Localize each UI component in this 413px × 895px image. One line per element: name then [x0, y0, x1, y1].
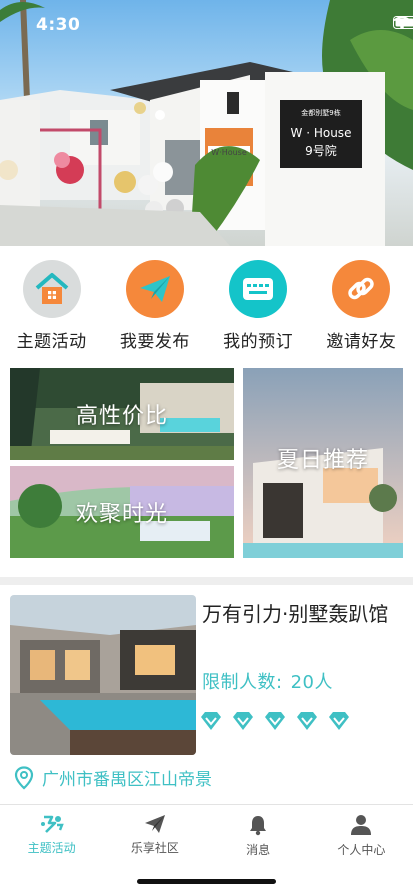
action-label: 邀请好友	[326, 332, 397, 352]
sign-number-text: 9号院	[305, 144, 337, 158]
sign-small-text: 金都别墅9栋	[301, 109, 341, 117]
tab-profile[interactable]: 个人中心	[310, 805, 413, 895]
action-label: 我要发布	[119, 332, 190, 352]
tile-label: 夏日推荐	[276, 448, 369, 473]
person-icon	[351, 815, 372, 835]
tile-label: 高性价比	[75, 404, 168, 429]
location-text: 广州市番禺区江山帝景	[42, 770, 212, 790]
activity-icon	[40, 815, 64, 833]
tab-label: 主题活动	[27, 841, 76, 855]
house-icon	[35, 273, 68, 304]
action-publish[interactable]: 我要发布	[103, 252, 206, 356]
diamond-icon	[265, 712, 285, 730]
action-circle	[125, 260, 184, 318]
event-location[interactable]: 广州市番禺区江山帝景	[14, 765, 212, 790]
action-invite-friends[interactable]: 邀请好友	[310, 252, 413, 356]
event-title[interactable]: 万有引力·别墅轰趴馆	[202, 600, 402, 628]
quick-actions: 主题活动 我要发布 我的预订 邀请好友	[0, 252, 413, 356]
action-label: 主题活动	[16, 332, 87, 352]
villa-pool-photo	[10, 595, 196, 755]
tile-label: 欢聚时光	[75, 502, 168, 527]
action-theme-activity[interactable]: 主题活动	[0, 252, 103, 356]
action-circle	[332, 260, 391, 318]
sign-brand-text: W · House	[290, 126, 352, 140]
home-indicator[interactable]	[137, 879, 276, 884]
limit-label: 限制人数:	[202, 672, 283, 693]
link-icon	[348, 277, 375, 300]
battery-icon	[393, 16, 413, 29]
tab-theme-activity[interactable]: 主题活动	[0, 805, 103, 895]
diamond-icon	[201, 712, 221, 730]
limit-value: 20人	[290, 672, 333, 693]
diamond-icon	[329, 712, 349, 730]
paper-plane-icon	[139, 276, 170, 302]
tab-label: 消息	[246, 843, 271, 857]
hero-banner[interactable]: 4:30 金都别墅9栋 W · House 9号院 W·House	[0, 0, 413, 246]
action-my-booking[interactable]: 我的预订	[207, 252, 310, 356]
action-circle	[229, 260, 288, 318]
diamond-icon	[297, 712, 317, 730]
event-limit: 限制人数: 20人	[202, 668, 333, 694]
tile-value[interactable]: 高性价比	[10, 368, 234, 460]
tab-label: 乐享社区	[130, 841, 179, 855]
tile-summer[interactable]: 夏日推荐	[243, 368, 403, 558]
house-tag: W·House	[211, 148, 247, 157]
status-time: 4:30	[36, 15, 81, 35]
event-image[interactable]	[10, 595, 196, 755]
action-label: 我的预订	[223, 332, 294, 352]
bell-icon	[250, 816, 267, 836]
paper-plane-icon	[144, 815, 165, 833]
section-divider	[0, 577, 413, 585]
diamond-icon	[233, 712, 253, 730]
ticket-icon	[243, 278, 274, 300]
tile-gathering[interactable]: 欢聚时光	[10, 466, 234, 558]
tab-label: 个人中心	[337, 843, 386, 857]
villa-sign: 金都别墅9栋 W · House 9号院	[280, 108, 362, 159]
action-circle	[22, 260, 81, 318]
rating-diamonds	[200, 711, 350, 731]
location-pin-icon	[14, 765, 34, 789]
